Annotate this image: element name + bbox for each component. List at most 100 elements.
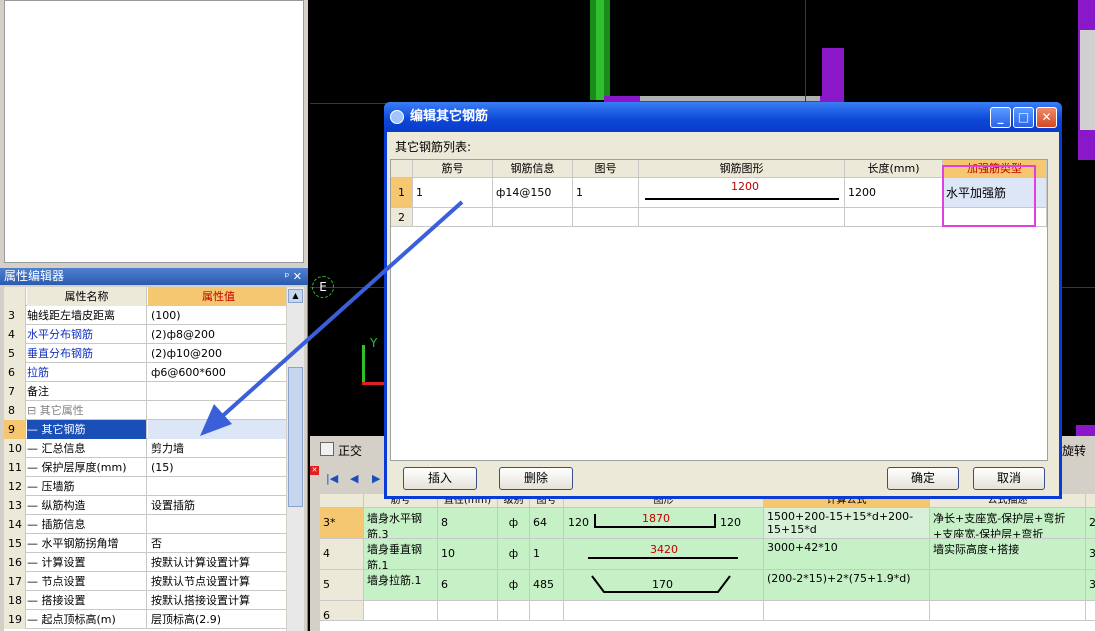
property-row[interactable]: 17— 节点设置 按默认节点设置计算: [4, 572, 286, 591]
table-row[interactable]: 6: [320, 601, 1095, 621]
bar-name[interactable]: 墙身垂直钢筋.1: [364, 539, 438, 569]
property-value[interactable]: [148, 382, 286, 401]
property-row[interactable]: 11— 保护层厚度(mm) (15): [4, 458, 286, 477]
rotate-label[interactable]: 旋转: [1062, 442, 1086, 459]
property-value[interactable]: 剪力墙: [148, 439, 286, 458]
bar-formula[interactable]: 3000+42*10: [764, 539, 930, 569]
property-row[interactable]: 12— 压墙筋: [4, 477, 286, 496]
property-row[interactable]: 5 垂直分布钢筋 (2)ф10@200: [4, 344, 286, 363]
property-row[interactable]: 14— 插筋信息: [4, 515, 286, 534]
bar-grade[interactable]: [498, 601, 530, 620]
property-row[interactable]: 19— 起点顶标高(m) 层顶标高(2.9): [4, 610, 286, 629]
property-value[interactable]: (2)ф8@200: [148, 325, 286, 344]
property-value[interactable]: 按默认搭接设置计算: [148, 591, 286, 610]
bar-formula[interactable]: [764, 601, 930, 620]
bar-diameter[interactable]: [438, 601, 498, 620]
bar-figure-no[interactable]: 1: [530, 539, 564, 569]
table-row[interactable]: 3* 墙身水平钢筋.3 8 ф 64 120 1870 120 1500+200-15+15*d…: [320, 508, 1095, 539]
property-value[interactable]: [148, 477, 286, 496]
bar-length[interactable]: 342: [1086, 539, 1095, 569]
property-row[interactable]: 15— 水平钢筋拐角增否: [4, 534, 286, 553]
bar-figure-no[interactable]: 485: [530, 570, 564, 600]
bar-diameter[interactable]: 10: [438, 539, 498, 569]
bar-length[interactable]: 343: [1086, 570, 1095, 600]
bar-formula[interactable]: 1500+200-15+15*d+200-15+15*d: [764, 508, 930, 538]
property-row[interactable]: 8 ⊟ 其它属性: [4, 401, 286, 420]
ortho-label[interactable]: 正交: [338, 442, 362, 459]
property-value[interactable]: (2)ф10@200: [148, 344, 286, 363]
property-row[interactable]: 18— 搭接设置 按默认搭接设置计算: [4, 591, 286, 610]
property-value[interactable]: 层顶标高(2.9): [148, 610, 286, 629]
bar-shape[interactable]: 3420: [564, 539, 764, 569]
property-editor-title-buttons[interactable]: ᵖ ✕: [285, 268, 302, 285]
table-row[interactable]: 5墙身拉筋.16ф485 170 (200-2*15)+2*(75+1.9*d) 34…: [320, 570, 1095, 601]
next-record-icon[interactable]: ▶: [372, 472, 380, 485]
property-row[interactable]: 13— 纵筋构造 设置插筋: [4, 496, 286, 515]
scroll-up-icon[interactable]: ▲: [288, 289, 303, 303]
property-value[interactable]: 按默认计算设置计算: [148, 553, 286, 572]
maximize-button[interactable]: □: [1013, 107, 1034, 128]
property-value[interactable]: 否: [148, 534, 286, 553]
insert-button[interactable]: 插入: [403, 467, 477, 490]
length-cell[interactable]: [845, 208, 943, 226]
bar-formula-desc[interactable]: 墙实际高度+搭接: [930, 539, 1086, 569]
property-value[interactable]: [148, 515, 286, 534]
bar-shape-cell[interactable]: 1200: [639, 178, 845, 207]
bar-info-cell[interactable]: [493, 208, 573, 226]
ok-button[interactable]: 确定: [887, 467, 959, 490]
bar-formula-desc[interactable]: 净长+支座宽-保护层+弯折+支座宽-保护层+弯折: [930, 508, 1086, 538]
table-row[interactable]: 4墙身垂直钢筋.110ф1 3420 3000+42*10墙实际高度+搭接342: [320, 539, 1095, 570]
length-cell[interactable]: 1200: [845, 178, 943, 207]
prev-record-icon[interactable]: ◀: [350, 472, 358, 485]
property-value[interactable]: 按默认节点设置计算: [148, 572, 286, 591]
bar-shape[interactable]: [564, 601, 764, 620]
figure-no-cell[interactable]: 1: [573, 178, 639, 207]
figure-no-cell[interactable]: [573, 208, 639, 226]
property-row[interactable]: 3 轴线距左墙皮距离 (100): [4, 306, 286, 325]
property-value[interactable]: [148, 401, 286, 420]
bar-name[interactable]: [364, 601, 438, 620]
cancel-button[interactable]: 取消: [973, 467, 1045, 490]
bar-grade[interactable]: ф: [498, 570, 530, 600]
bar-length[interactable]: [1086, 601, 1095, 620]
bar-number-cell[interactable]: 1: [413, 178, 493, 207]
property-row[interactable]: 9— 其它钢筋: [4, 420, 286, 439]
bar-formula-desc[interactable]: [930, 601, 1086, 620]
bar-formula[interactable]: (200-2*15)+2*(75+1.9*d): [764, 570, 930, 600]
bar-formula-desc[interactable]: [930, 570, 1086, 600]
bar-number-cell[interactable]: [413, 208, 493, 226]
bar-grade[interactable]: ф: [498, 508, 530, 538]
bar-shape[interactable]: 120 1870 120: [564, 508, 764, 538]
close-icon[interactable]: ✕: [310, 466, 319, 475]
bar-figure-no[interactable]: 64: [530, 508, 564, 538]
ortho-icon[interactable]: [320, 442, 334, 456]
property-value[interactable]: (15): [148, 458, 286, 477]
bar-info-cell[interactable]: ф14@150: [493, 178, 573, 207]
property-value[interactable]: [148, 420, 286, 439]
minimize-button[interactable]: _: [990, 107, 1011, 128]
first-record-icon[interactable]: |◀: [326, 472, 338, 485]
bar-diameter[interactable]: 6: [438, 570, 498, 600]
property-value[interactable]: ф6@600*600: [148, 363, 286, 382]
property-row[interactable]: 7 备注: [4, 382, 286, 401]
close-button[interactable]: ✕: [1036, 107, 1057, 128]
property-value[interactable]: (100): [148, 306, 286, 325]
delete-button[interactable]: 删除: [499, 467, 573, 490]
bar-shape-cell[interactable]: [639, 208, 845, 226]
bar-shape[interactable]: 170: [564, 570, 764, 600]
scroll-thumb[interactable]: [288, 367, 303, 507]
bar-figure-no[interactable]: [530, 601, 564, 620]
bar-diameter[interactable]: 8: [438, 508, 498, 538]
bar-name[interactable]: 墙身拉筋.1: [364, 570, 438, 600]
bar-length[interactable]: 211: [1086, 508, 1095, 538]
property-value[interactable]: 设置插筋: [148, 496, 286, 515]
bar-grade[interactable]: ф: [498, 539, 530, 569]
property-row[interactable]: 16— 计算设置 按默认计算设置计算: [4, 553, 286, 572]
bar-name[interactable]: 墙身水平钢筋.3: [364, 508, 438, 538]
property-row[interactable]: 6 拉筋 ф6@600*600: [4, 363, 286, 382]
property-scrollbar[interactable]: ▲: [287, 287, 304, 631]
tree-panel[interactable]: [4, 0, 304, 263]
property-row[interactable]: 10— 汇总信息 剪力墙: [4, 439, 286, 458]
dialog-title-bar[interactable]: 编辑其它钢筋: [384, 102, 1062, 132]
property-row[interactable]: 4 水平分布钢筋 (2)ф8@200: [4, 325, 286, 344]
